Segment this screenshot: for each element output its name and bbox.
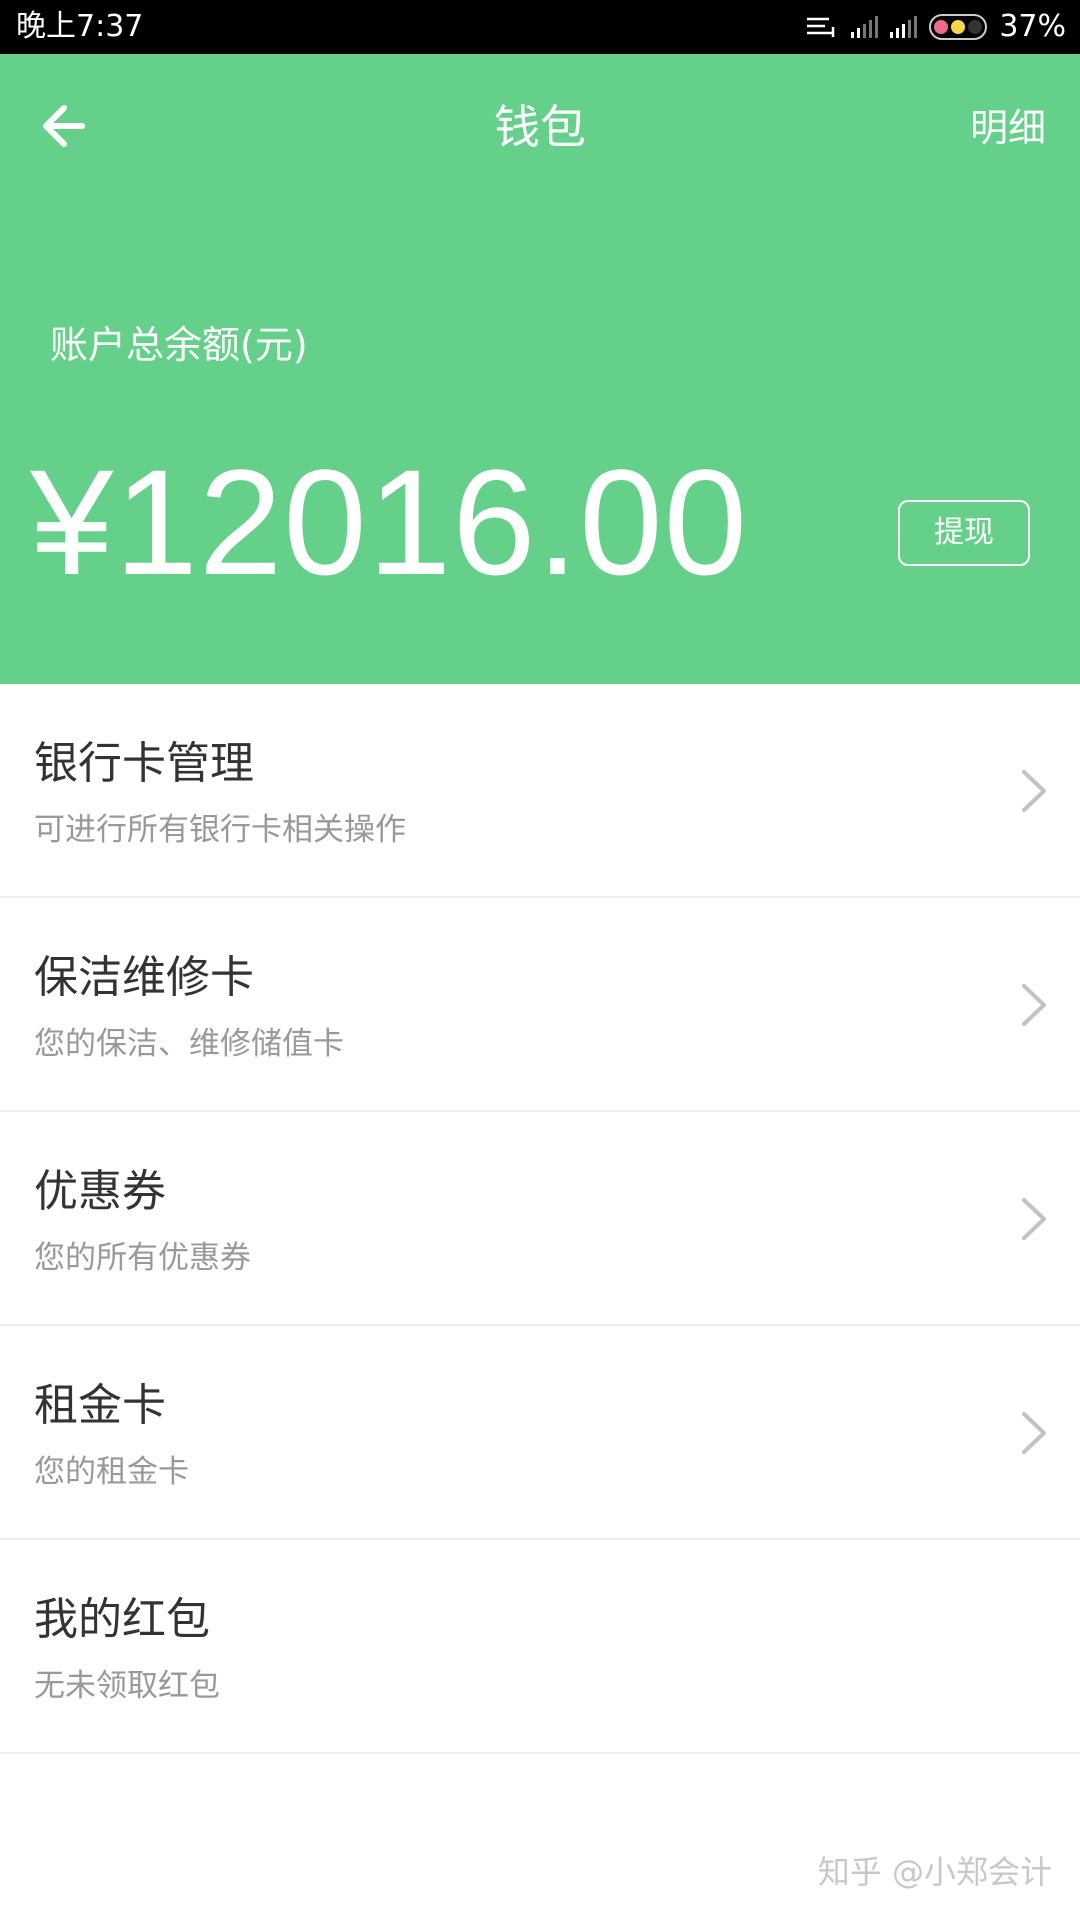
menu-item-title: 银行卡管理 xyxy=(34,738,254,789)
wallet-menu: 银行卡管理 可进行所有银行卡相关操作 保洁维修卡 您的保洁、维修储值卡 优惠券 … xyxy=(0,684,1080,1754)
signal-icon xyxy=(851,16,879,38)
chevron-right-icon xyxy=(1022,1198,1046,1240)
menu-item-bank-card[interactable]: 银行卡管理 可进行所有银行卡相关操作 xyxy=(0,684,1080,898)
menu-item-subtitle: 您的租金卡 xyxy=(34,1454,189,1490)
menu-item-coupons[interactable]: 优惠券 您的所有优惠券 xyxy=(0,1112,1080,1326)
menu-item-subtitle: 您的所有优惠券 xyxy=(34,1240,251,1276)
menu-item-rent-card[interactable]: 租金卡 您的租金卡 xyxy=(0,1326,1080,1540)
notification-icon xyxy=(807,17,835,37)
chevron-right-icon xyxy=(1022,1412,1046,1454)
menu-item-title: 优惠券 xyxy=(34,1166,166,1217)
status-icons: 37% xyxy=(805,8,1066,46)
status-bar: 晚上7:37 37% xyxy=(0,0,1080,54)
menu-item-red-packets[interactable]: 我的红包 无未领取红包 xyxy=(0,1540,1080,1754)
balance-value: ¥12016.00 xyxy=(30,438,749,606)
detail-button[interactable]: 明细 xyxy=(970,96,1046,160)
battery-icon xyxy=(929,14,988,40)
signal-icon xyxy=(890,16,918,38)
chevron-right-icon xyxy=(1022,770,1046,812)
menu-item-title: 保洁维修卡 xyxy=(34,952,254,1003)
balance-label: 账户总余额(元) xyxy=(50,323,308,367)
withdraw-button[interactable]: 提现 xyxy=(898,500,1030,566)
chevron-right-icon xyxy=(1022,984,1046,1026)
menu-item-cleaning-card[interactable]: 保洁维修卡 您的保洁、维修储值卡 xyxy=(0,898,1080,1112)
menu-item-subtitle: 无未领取红包 xyxy=(34,1668,220,1704)
menu-item-title: 租金卡 xyxy=(34,1380,166,1431)
menu-item-title: 我的红包 xyxy=(34,1594,210,1645)
battery-percent: 37% xyxy=(999,9,1066,44)
menu-item-subtitle: 您的保洁、维修储值卡 xyxy=(34,1026,344,1062)
page-title: 钱包 xyxy=(494,100,586,154)
menu-item-subtitle: 可进行所有银行卡相关操作 xyxy=(34,812,406,848)
wallet-header: 钱包 明细 账户总余额(元) ¥12016.00 提现 xyxy=(0,54,1080,684)
status-time: 晚上7:37 xyxy=(16,9,144,44)
watermark: 知乎 @小郑会计 xyxy=(817,1853,1052,1891)
